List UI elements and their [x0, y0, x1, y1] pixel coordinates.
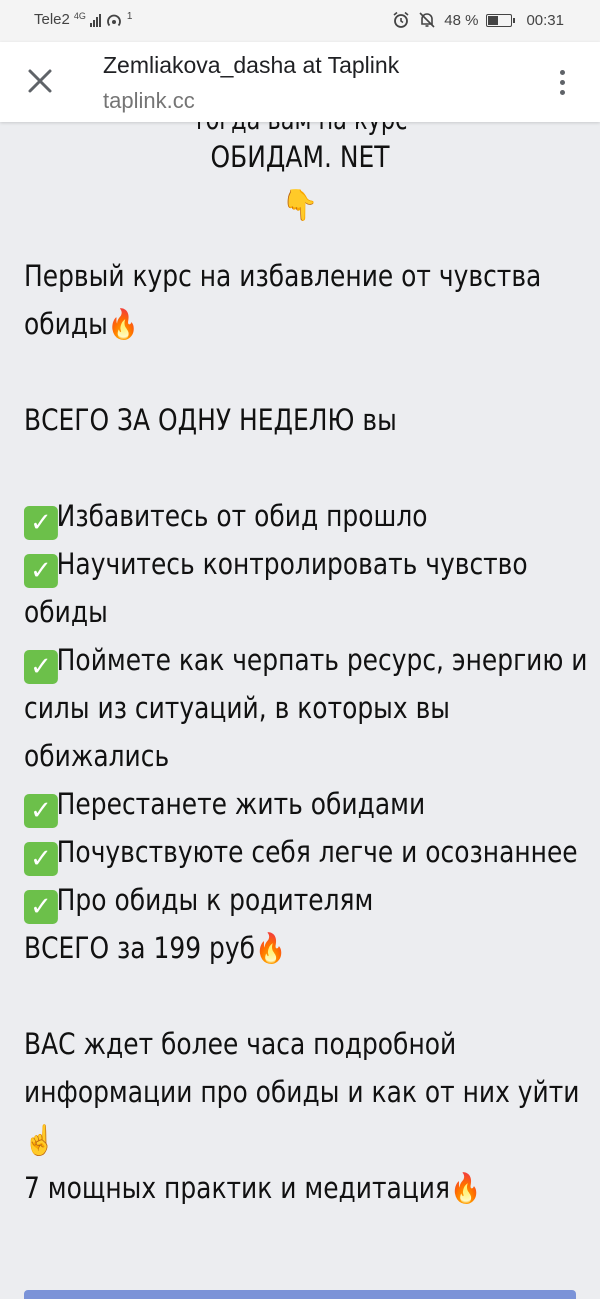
text-line: ☝️	[24, 1116, 574, 1164]
text-line-content: Избавитесь от обид прошло	[56, 499, 428, 533]
text-line: ВСЕГО ЗА ОДНУ НЕДЕЛЮ вы	[24, 396, 574, 444]
text-line: Первый курс на избавление от чувства	[24, 252, 574, 300]
browser-toolbar: Zemliakova_dasha at Taplink taplink.cc	[0, 42, 600, 122]
text-line-content: силы из ситуаций, в которых вы	[24, 691, 450, 725]
text-line-content: ВСЕГО за 199 руб🔥	[24, 931, 287, 965]
text-line-content: Почувствуюте себя легче и осознаннее	[56, 835, 578, 869]
carrier-name: Tele2	[34, 11, 70, 28]
text-line-content: обиды🔥	[24, 307, 139, 341]
status-left: Tele2 4G 1	[34, 11, 132, 28]
text-line	[24, 444, 574, 492]
text-line	[24, 972, 574, 1020]
checkmark-icon: ✓	[24, 842, 58, 876]
text-line-content: информации про обиды и как от них уйти	[24, 1075, 580, 1109]
checkmark-icon: ✓	[24, 650, 58, 684]
signal-icon	[89, 13, 101, 27]
text-line: ✓ Перестанете жить обидами	[24, 780, 574, 828]
checkmark-icon: ✓	[24, 890, 58, 924]
page-content[interactable]: тогда вам на курс ОБИДАМ. NET 👇 Первый к…	[0, 122, 600, 1299]
text-line: ✓ Поймете как черпать ресурс, энергию и	[24, 636, 588, 684]
course-intro-text: тогда вам на курс	[42, 122, 558, 136]
buy-course-button[interactable]	[24, 1290, 576, 1299]
status-right: 48 % 00:31	[392, 11, 564, 29]
close-button[interactable]	[20, 61, 60, 101]
text-line-content: Перестанете жить обидами	[56, 787, 426, 821]
text-line: ВАС ждет более часа подробной	[24, 1020, 574, 1068]
text-line: ✓ Про обиды к родителям	[24, 876, 574, 924]
hotspot-count: 1	[126, 11, 133, 22]
text-line-content: Поймете как черпать ресурс, энергию и	[56, 643, 588, 677]
text-line-content: Научитесь контролировать чувство	[56, 547, 528, 581]
clock: 00:31	[526, 11, 564, 29]
text-line	[24, 348, 574, 396]
text-line-content: ☝️	[24, 1123, 56, 1157]
close-icon	[28, 69, 52, 93]
checkmark-icon: ✓	[24, 506, 58, 540]
more-vert-icon	[559, 69, 565, 75]
more-vert-icon-dot	[559, 79, 565, 85]
page-url[interactable]: taplink.cc	[103, 88, 195, 114]
course-title: ОБИДАМ. NET	[210, 140, 390, 174]
text-line: информации про обиды и как от них уйти	[24, 1068, 579, 1116]
text-line-content: 7 мощных практик и медитация🔥	[24, 1171, 482, 1205]
text-line: обиды🔥	[24, 300, 574, 348]
page-title: Zemliakova_dasha at Taplink	[103, 52, 400, 78]
checkmark-icon: ✓	[24, 794, 58, 828]
text-line-content: Про обиды к родителям	[56, 883, 374, 917]
text-line: обиды	[24, 588, 574, 636]
checkmark-icon: ✓	[24, 554, 58, 588]
text-line: ВСЕГО за 199 руб🔥	[24, 924, 574, 972]
text-line-content: обижались	[24, 739, 170, 773]
status-bar: Tele2 4G 1 48 % 00:31	[0, 0, 600, 42]
text-line-content: Первый курс на избавление от чувства	[24, 259, 542, 293]
text-line-content: ВСЕГО ЗА ОДНУ НЕДЕЛЮ вы	[24, 403, 397, 437]
battery-icon	[486, 13, 516, 27]
overflow-menu-button[interactable]	[550, 64, 574, 100]
network-type: 4G	[73, 11, 86, 21]
text-line-content: ВАС ждет более часа подробной	[24, 1027, 457, 1061]
text-line: 7 мощных практик и медитация🔥	[24, 1164, 574, 1212]
more-vert-icon-dot	[559, 89, 565, 95]
battery-percent: 48 %	[444, 11, 479, 29]
text-line: силы из ситуаций, в которых вы	[24, 684, 574, 732]
mute-bell-icon	[418, 11, 436, 29]
text-line-content: обиды	[24, 595, 108, 629]
pointing-down-emoji: 👇	[281, 189, 319, 222]
course-description: Первый курс на избавление от чувства обид…	[24, 252, 588, 1212]
text-line: ✓ Почувствуюте себя легче и осознаннее	[24, 828, 578, 876]
battery-level	[488, 15, 499, 25]
alarm-icon	[392, 11, 410, 29]
text-line: ✓ Избавитесь от обид прошло	[24, 492, 574, 540]
text-line: обижались	[24, 732, 574, 780]
hotspot-icon	[105, 12, 123, 28]
text-line: ✓ Научитесь контролировать чувство	[24, 540, 574, 588]
